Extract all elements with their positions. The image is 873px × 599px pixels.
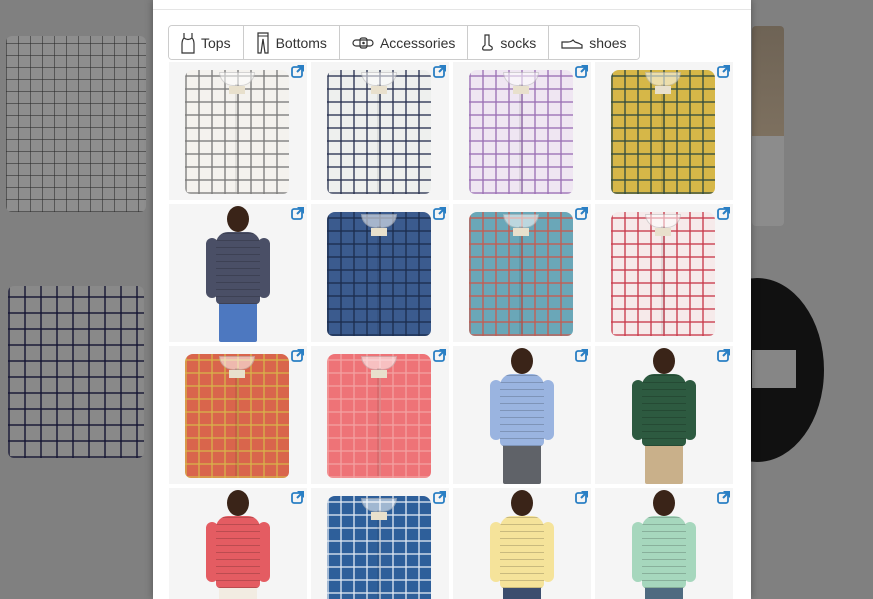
product-thumbnail[interactable] (595, 488, 733, 599)
product-thumbnail[interactable] (595, 346, 733, 484)
external-link-icon[interactable] (291, 490, 305, 504)
folded-shirt-image (469, 212, 573, 336)
tab-label: Accessories (379, 34, 456, 51)
product-thumbnail[interactable] (169, 488, 307, 599)
product-thumbnail[interactable] (453, 346, 591, 484)
external-link-icon[interactable] (717, 490, 731, 504)
tab-tops[interactable]: Tops (169, 26, 244, 59)
folded-shirt-image (327, 70, 431, 194)
external-link-icon[interactable] (575, 348, 589, 362)
folded-shirt-image (185, 354, 289, 478)
product-thumbnail[interactable] (169, 62, 307, 200)
product-thumbnail[interactable] (169, 346, 307, 484)
background-model-image (752, 26, 784, 226)
shoe-icon (561, 36, 583, 50)
model-photo (169, 204, 307, 342)
tab-label: shoes (589, 34, 627, 51)
folded-shirt-image (327, 496, 431, 599)
product-grid (169, 62, 739, 599)
model-photo (169, 488, 307, 599)
external-link-icon[interactable] (575, 64, 589, 78)
tab-shoes[interactable]: shoes (549, 26, 639, 59)
folded-shirt-image (327, 354, 431, 478)
tab-socks[interactable]: socks (468, 26, 550, 59)
external-link-icon[interactable] (291, 64, 305, 78)
folded-shirt-image (469, 70, 573, 194)
external-link-icon[interactable] (575, 490, 589, 504)
model-photo (595, 346, 733, 484)
external-link-icon[interactable] (291, 348, 305, 362)
folded-shirt-image (611, 70, 715, 194)
model-photo (453, 346, 591, 484)
tab-accessories[interactable]: Accessories (339, 26, 469, 59)
external-link-icon[interactable] (433, 206, 447, 220)
product-thumbnail[interactable] (453, 204, 591, 342)
background-minus-graphic (752, 350, 796, 388)
product-picker-modal: Tops Bottoms Accessories socks shoes (153, 0, 751, 599)
folded-shirt-image (611, 212, 715, 336)
product-thumbnail[interactable] (595, 62, 733, 200)
sock-icon (480, 33, 494, 52)
tab-label: Tops (201, 34, 231, 51)
product-thumbnail[interactable] (595, 204, 733, 342)
product-thumbnail[interactable] (311, 62, 449, 200)
belt-icon (352, 36, 374, 50)
product-thumbnail[interactable] (311, 346, 449, 484)
external-link-icon[interactable] (433, 348, 447, 362)
folded-shirt-image (327, 212, 431, 336)
product-thumbnail[interactable] (169, 204, 307, 342)
background-shirt-image (6, 36, 146, 212)
tab-bottoms[interactable]: Bottoms (243, 26, 340, 59)
external-link-icon[interactable] (717, 64, 731, 78)
category-tabs: Tops Bottoms Accessories socks shoes (168, 25, 640, 60)
model-photo (453, 488, 591, 599)
pants-icon (256, 31, 270, 54)
external-link-icon[interactable] (433, 64, 447, 78)
external-link-icon[interactable] (575, 206, 589, 220)
product-thumbnail[interactable] (311, 488, 449, 599)
tab-label: socks (500, 34, 537, 51)
product-thumbnail[interactable] (311, 204, 449, 342)
background-shirt-image (8, 286, 144, 458)
external-link-icon[interactable] (717, 206, 731, 220)
tank-top-icon (181, 32, 195, 54)
external-link-icon[interactable] (291, 206, 305, 220)
external-link-icon[interactable] (433, 490, 447, 504)
folded-shirt-image (185, 70, 289, 194)
modal-header (153, 0, 751, 10)
tab-label: Bottoms (275, 34, 327, 51)
product-thumbnail[interactable] (453, 488, 591, 599)
external-link-icon[interactable] (717, 348, 731, 362)
model-photo (595, 488, 733, 599)
product-thumbnail[interactable] (453, 62, 591, 200)
